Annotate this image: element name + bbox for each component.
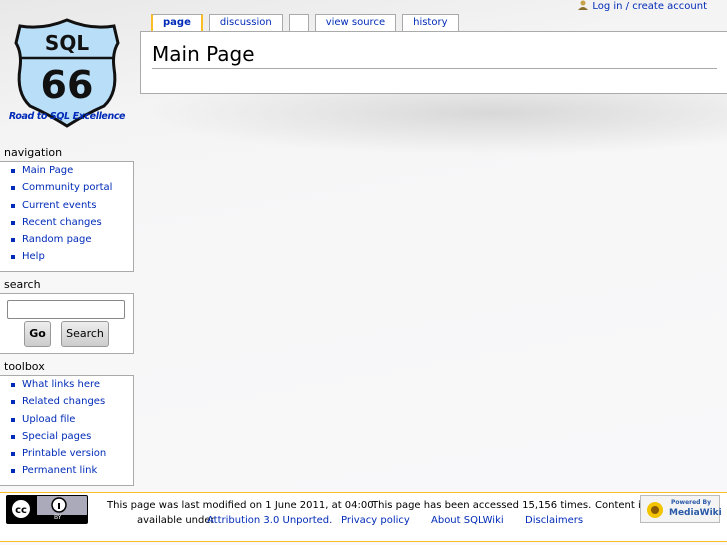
- toolbox-portlet: What links here Related changes Upload f…: [0, 375, 134, 486]
- user-icon: [578, 0, 589, 10]
- go-button[interactable]: Go: [24, 321, 51, 347]
- toolbox-heading: toolbox: [4, 360, 45, 373]
- tab-blank: [288, 14, 309, 32]
- content-is: Content is: [595, 500, 646, 511]
- navigation-heading: navigation: [4, 146, 63, 159]
- disclaimers-link[interactable]: Disclaimers: [525, 515, 583, 526]
- tool-special-pages[interactable]: Special pages: [22, 431, 91, 442]
- tab-discussion[interactable]: discussion: [208, 14, 283, 32]
- tool-printable-version[interactable]: Printable version: [22, 448, 106, 459]
- sunflower-icon: [645, 501, 665, 519]
- nav-recent-changes[interactable]: Recent changes: [22, 217, 102, 228]
- tool-upload-file[interactable]: Upload file: [22, 414, 75, 425]
- page-title: Main Page: [152, 42, 717, 69]
- background: [140, 85, 727, 155]
- powered-by-mediawiki[interactable]: Powered By MediaWiki: [640, 495, 722, 523]
- logo-66: 66: [41, 63, 94, 107]
- about-link[interactable]: About SQLWiki: [431, 515, 504, 526]
- search-portlet: Go Search: [0, 293, 134, 354]
- last-modified: This page was last modified on 1 June 20…: [107, 500, 377, 511]
- mediawiki-label: MediaWiki: [669, 508, 722, 518]
- navigation-portlet: Main Page Community portal Current event…: [0, 161, 134, 272]
- nav-random-page[interactable]: Random page: [22, 234, 92, 245]
- nav-community-portal[interactable]: Community portal: [22, 182, 112, 193]
- powered-by-label: Powered By: [671, 499, 712, 506]
- license-link[interactable]: Attribution 3.0 Unported.: [207, 515, 332, 526]
- login-link[interactable]: Log in / create account: [592, 1, 707, 12]
- footer: cc BY This page was last modified on 1 J…: [0, 492, 727, 542]
- cc-by-label: BY: [54, 514, 62, 521]
- nav-help[interactable]: Help: [22, 251, 45, 262]
- tool-permanent-link[interactable]: Permanent link: [22, 465, 97, 476]
- search-button[interactable]: Search: [61, 321, 109, 347]
- svg-text:cc: cc: [15, 505, 27, 516]
- logo-tagline: Road to SQL Excellence: [8, 111, 126, 122]
- tool-what-links-here[interactable]: What links here: [22, 379, 100, 390]
- logo-sql: SQL: [45, 31, 89, 55]
- tab-view-source[interactable]: view source: [314, 14, 397, 32]
- nav-current-events[interactable]: Current events: [22, 200, 96, 211]
- view-count: This page has been accessed 15,156 times…: [372, 500, 592, 511]
- tab-history[interactable]: history: [402, 14, 459, 32]
- search-input[interactable]: [7, 300, 125, 319]
- personal-tools: Log in / create account: [578, 0, 707, 12]
- cc-by-badge[interactable]: cc BY: [6, 495, 88, 524]
- content-area: Main Page: [140, 31, 727, 94]
- nav-main-page[interactable]: Main Page: [22, 165, 73, 176]
- site-logo[interactable]: SQL 66 Road to SQL Excellence: [8, 18, 126, 128]
- tool-related-changes[interactable]: Related changes: [22, 396, 105, 407]
- available-under: available under: [137, 515, 215, 526]
- privacy-policy-link[interactable]: Privacy policy: [341, 515, 410, 526]
- search-heading: search: [4, 278, 41, 291]
